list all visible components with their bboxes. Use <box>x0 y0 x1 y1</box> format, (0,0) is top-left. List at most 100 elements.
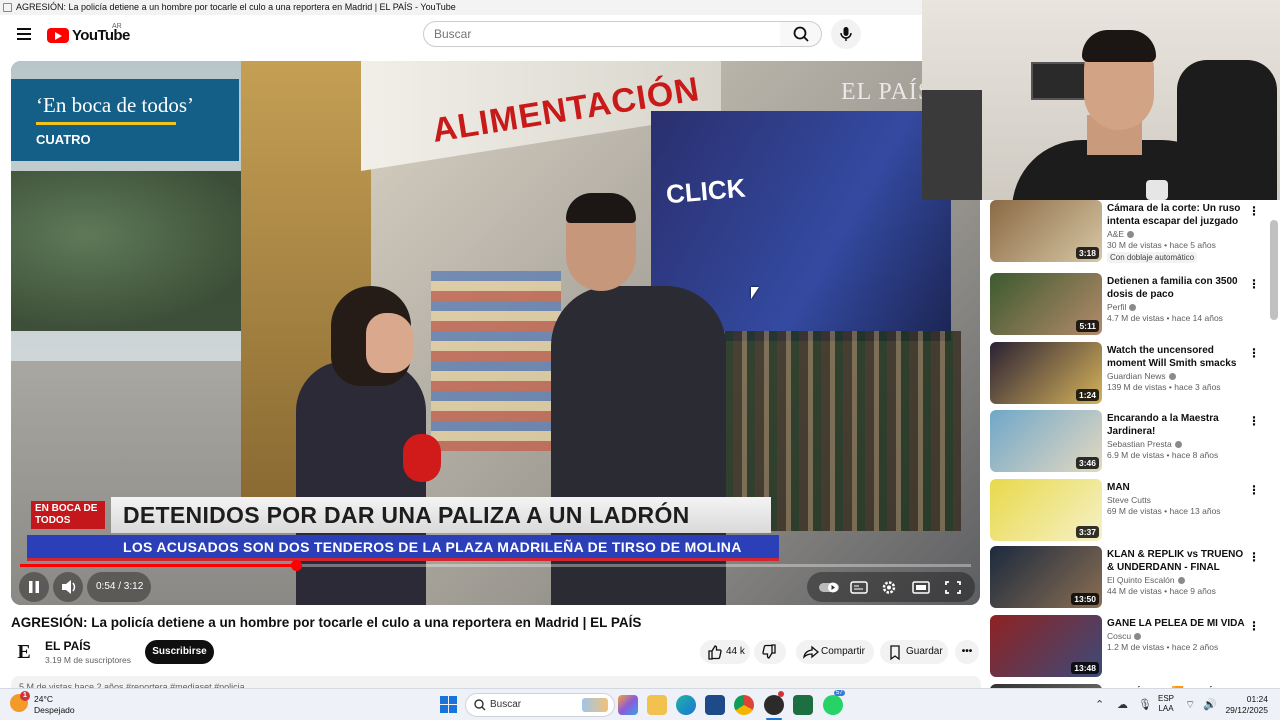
progress-bar[interactable] <box>20 560 971 571</box>
recommendation-item[interactable]: 5:11 Detienen a familia con 3500 dosis de… <box>990 273 1270 337</box>
recommendation-thumbnail[interactable]: 3:46 <box>990 410 1102 472</box>
recommendation-thumbnail[interactable]: 5:11 <box>990 273 1102 335</box>
recommendation-item[interactable]: 3:46 Encarando a la Maestra Jardinera! Seb… <box>990 410 1270 474</box>
mic-icon <box>840 27 852 41</box>
recommendation-channel[interactable]: Guardian News <box>1107 371 1176 381</box>
more-options-icon[interactable]: ⋮ <box>1248 276 1260 292</box>
upload-age: hace 14 años <box>1171 313 1223 323</box>
dislike-button[interactable] <box>754 640 786 664</box>
more-options-icon[interactable]: ⋮ <box>1248 549 1260 565</box>
theater-mode-button[interactable] <box>909 572 933 602</box>
recommendation-title[interactable]: Watch the uncensored moment Will Smith s… <box>1107 344 1245 370</box>
channel-name[interactable]: EL PAÍS <box>45 639 91 653</box>
meta-separator: • <box>1164 450 1172 460</box>
save-button[interactable]: Guardar <box>880 640 948 664</box>
network-icon[interactable]: ⌔ <box>1185 698 1195 712</box>
recommendation-channel[interactable]: A&E <box>1107 229 1135 239</box>
tray-chevron-icon[interactable]: ⌃ <box>1095 698 1104 711</box>
taskbar-search[interactable]: Buscar <box>465 693 615 717</box>
recommendation-title[interactable]: Encarando a la Maestra Jardinera! <box>1107 412 1245 438</box>
recommendation-channel[interactable]: Sebastian Presta <box>1107 439 1182 449</box>
captions-button[interactable] <box>847 572 871 602</box>
voice-search-button[interactable] <box>831 19 861 49</box>
search-input[interactable]: Buscar <box>423 21 781 47</box>
autoplay-toggle[interactable] <box>817 572 841 602</box>
masthead: YouTube AR Buscar <box>0 15 922 55</box>
man-hair <box>566 193 636 223</box>
channel-name-text: Coscu <box>1107 631 1132 641</box>
obs-icon[interactable] <box>764 695 784 715</box>
recommendation-item[interactable]: 1:24 Watch the uncensored moment Will Smi… <box>990 342 1270 406</box>
recommendation-meta: 139 M de vistas • hace 3 años <box>1107 382 1221 392</box>
video-title: AGRESIÓN: La policía detiene a un hombre… <box>11 615 642 630</box>
recommendation-item[interactable]: 3:18 Cámara de la corte: Un ruso intenta … <box>990 200 1270 264</box>
more-actions-button[interactable]: ••• <box>955 640 979 664</box>
store-icon[interactable] <box>705 695 725 715</box>
video-player[interactable]: ALIMENTACIÓN CLICK EL PAÍS ‘En boca de t… <box>11 61 980 605</box>
like-button[interactable]: 44 k <box>700 640 750 664</box>
verified-check-icon <box>1168 373 1176 381</box>
scrollbar-thumb[interactable] <box>1270 220 1278 320</box>
more-options-icon[interactable]: ⋮ <box>1248 203 1260 219</box>
subscribe-button[interactable]: Suscribirse <box>145 640 214 664</box>
recommendation-item[interactable]: 13:50 KLAN & REPLIK vs TRUENO & UNDERDANN… <box>990 546 1270 610</box>
volume-tray-icon[interactable]: 🔊 <box>1203 698 1217 711</box>
cam-person-hair <box>1082 30 1156 62</box>
windows-start-icon[interactable] <box>440 696 457 713</box>
recommendation-item[interactable]: 3:37 MAN Steve Cutts 69 M de vistas • hace … <box>990 479 1270 543</box>
recommendation-meta: 44 M de vistas • hace 9 años <box>1107 586 1216 596</box>
sidebar-scrollbar[interactable] <box>1270 200 1278 688</box>
weather-description[interactable]: Despejado <box>34 705 75 715</box>
recommendation-channel[interactable]: Steve Cutts <box>1107 495 1151 505</box>
volume-button[interactable] <box>53 572 83 602</box>
search-icon <box>474 699 486 711</box>
recommendation-channel[interactable]: Perfil <box>1107 302 1137 312</box>
channel-avatar[interactable]: E <box>11 639 37 665</box>
recommendation-item[interactable]: 13:48 GANE LA PELEA DE MI VIDA Coscu 1.2 M … <box>990 615 1270 679</box>
edge-icon[interactable] <box>676 695 696 715</box>
recommendation-title[interactable]: Cámara de la corte: Un ruso intenta esca… <box>1107 202 1245 228</box>
recommendation-thumbnail[interactable]: 13:48 <box>990 615 1102 677</box>
settings-button[interactable] <box>877 572 901 602</box>
recommendation-title[interactable]: MAN <box>1107 481 1245 494</box>
pause-button[interactable] <box>19 572 49 602</box>
recommendation-thumbnail[interactable]: 13:50 <box>990 546 1102 608</box>
more-options-icon[interactable]: ⋮ <box>1248 345 1260 361</box>
excel-icon[interactable] <box>793 695 813 715</box>
video-duration: 13:48 <box>1071 662 1099 674</box>
recommendation-title[interactable]: GANE LA PELEA DE MI VIDA <box>1107 617 1245 630</box>
recommendation-meta: 4.7 M de vistas • hace 14 años <box>1107 313 1223 323</box>
gear-icon <box>882 581 896 594</box>
recommendation-thumbnail[interactable]: 3:18 <box>990 200 1102 262</box>
recommendation-thumbnail[interactable]: 1:24 <box>990 342 1102 404</box>
fullscreen-button[interactable] <box>941 572 965 602</box>
meta-separator: • <box>1164 642 1172 652</box>
copilot-icon[interactable] <box>618 695 638 715</box>
more-options-icon[interactable]: ⋮ <box>1248 413 1260 429</box>
search-highlight-icon <box>582 698 608 712</box>
file-explorer-icon[interactable] <box>647 695 667 715</box>
recommendation-channel[interactable]: El Quinto Escalón <box>1107 575 1185 585</box>
more-options-icon[interactable]: ⋮ <box>1248 482 1260 498</box>
language-indicator[interactable]: ESP LAA <box>1158 694 1174 714</box>
menu-icon[interactable] <box>14 25 34 45</box>
more-options-icon[interactable]: ⋮ <box>1248 618 1260 634</box>
youtube-logo[interactable]: YouTube AR <box>47 23 130 44</box>
verified-check-icon <box>1127 231 1135 239</box>
recommendation-channel[interactable]: Coscu <box>1107 631 1142 641</box>
chrome-icon[interactable] <box>734 695 754 715</box>
view-count: 44 M de vistas <box>1107 586 1162 596</box>
mic-tray-icon[interactable]: 🎙 <box>1138 698 1152 711</box>
share-button[interactable]: Compartir <box>796 640 874 664</box>
recommendation-title[interactable]: KLAN & REPLIK vs TRUENO & UNDERDANN - FI… <box>1107 548 1245 574</box>
whatsapp-icon[interactable] <box>823 695 843 715</box>
whatsapp-unread-count: 57 <box>834 690 845 696</box>
search-button[interactable] <box>780 21 822 47</box>
verified-check-icon <box>1129 304 1137 312</box>
cloud-icon[interactable]: ☁ <box>1117 698 1128 711</box>
weather-temperature[interactable]: 24°C <box>34 694 53 704</box>
recommendation-thumbnail[interactable]: 3:37 <box>990 479 1102 541</box>
recommendation-title[interactable]: Detienen a familia con 3500 dosis de pac… <box>1107 275 1245 301</box>
system-clock[interactable]: 01:24 29/12/2025 <box>1220 694 1268 716</box>
volume-icon <box>62 580 76 594</box>
